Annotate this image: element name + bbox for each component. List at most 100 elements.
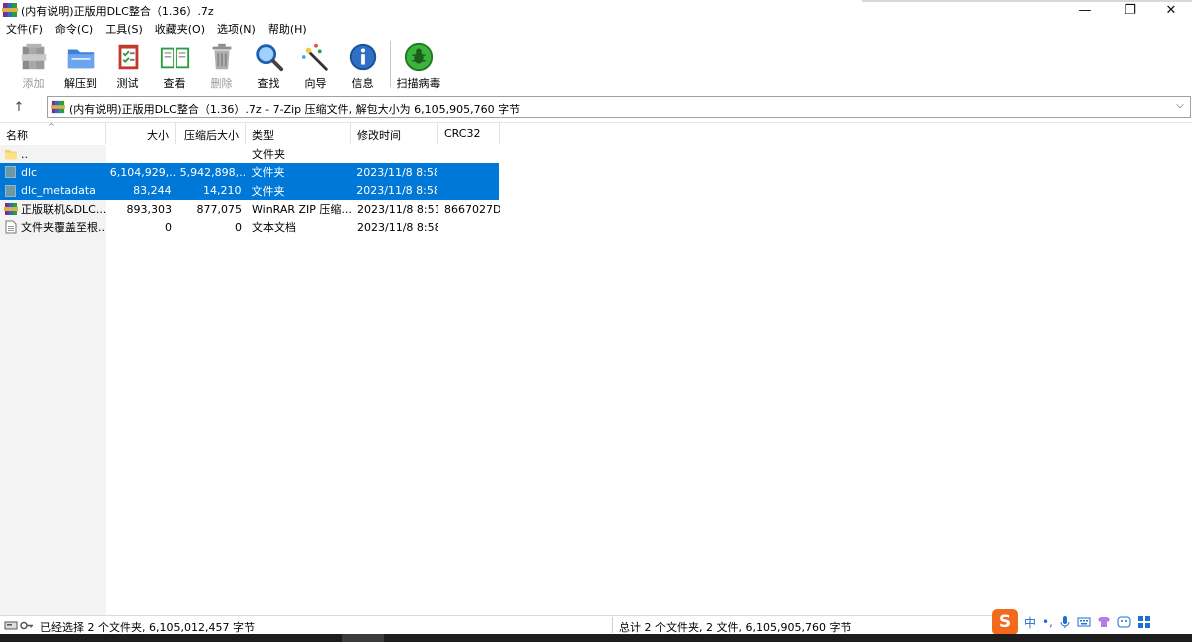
extract-to-label: 解压到 bbox=[64, 77, 97, 90]
file-packed-size: 0 bbox=[235, 220, 242, 234]
table-row[interactable]: 文件夹覆盖至根... 0 0 文本文档 2023/11/8 8:58 bbox=[0, 218, 500, 236]
text-document-icon bbox=[5, 220, 17, 234]
magnifier-icon bbox=[255, 44, 283, 72]
winrar-window: (内有说明)正版用DLC整合（1.36）.7z — ❐ ✕ 文件(F) 命令(C… bbox=[0, 0, 1192, 642]
column-modified[interactable]: 修改时间 bbox=[351, 123, 438, 144]
up-one-level-button[interactable]: ↑ bbox=[8, 97, 30, 117]
file-name-cell: 正版联机&DLC... bbox=[0, 201, 106, 217]
find-button[interactable]: 查找 bbox=[245, 37, 292, 91]
file-modified: 2023/11/8 8:58 bbox=[357, 220, 438, 234]
file-type: 文本文档 bbox=[252, 221, 296, 235]
taskbar bbox=[0, 634, 1192, 642]
delete-button[interactable]: 删除 bbox=[198, 37, 245, 91]
file-list[interactable]: 名称 ^ 大小 压缩后大小 类型 修改时间 CRC32 .. 文件夹 dlc 6… bbox=[0, 122, 1192, 615]
taskbar-active-item[interactable] bbox=[342, 634, 384, 642]
file-type: 文件夹 bbox=[251, 184, 285, 198]
status-divider bbox=[612, 617, 613, 633]
menu-tools[interactable]: 工具(S) bbox=[105, 21, 143, 37]
file-type: 文件夹 bbox=[251, 166, 285, 180]
menu-help[interactable]: 帮助(H) bbox=[268, 21, 307, 37]
find-label: 查找 bbox=[257, 77, 280, 90]
drive-icon[interactable] bbox=[4, 619, 18, 632]
extract-to-button[interactable]: 解压到 bbox=[57, 37, 104, 91]
menu-commands[interactable]: 命令(C) bbox=[55, 21, 93, 37]
file-modified: 2023/11/8 8:58 bbox=[356, 165, 438, 179]
ime-mode-toggle[interactable]: 中 bbox=[1024, 614, 1036, 631]
winrar-archive-icon bbox=[51, 100, 65, 114]
file-type: WinRAR ZIP 压缩... bbox=[252, 203, 351, 217]
column-name-label: 名称 bbox=[6, 129, 28, 142]
folder-up-icon bbox=[5, 150, 17, 160]
file-size: 893,303 bbox=[126, 202, 173, 216]
file-modified: 2023/11/8 8:58 bbox=[356, 184, 438, 198]
file-packed-size: 14,210 bbox=[203, 184, 242, 198]
sort-ascending-icon: ^ bbox=[48, 122, 55, 131]
view-button[interactable]: 查看 bbox=[151, 37, 198, 91]
punctuation-icon[interactable]: •, bbox=[1042, 615, 1053, 629]
table-row[interactable]: 正版联机&DLC... 893,303 877,075 WinRAR ZIP 压… bbox=[0, 200, 500, 218]
folder-icon bbox=[5, 184, 16, 197]
test-checklist-icon bbox=[118, 44, 138, 70]
file-name: dlc bbox=[21, 165, 38, 179]
address-bar: ↑ (内有说明)正版用DLC整合（1.36）.7z - 7-Zip 压缩文件, … bbox=[0, 95, 1192, 119]
file-size: 83,244 bbox=[133, 184, 172, 198]
close-button[interactable]: ✕ bbox=[1152, 0, 1190, 20]
table-row[interactable]: dlc_metadata 83,244 14,210 文件夹 2023/11/8… bbox=[0, 181, 499, 200]
file-size: 0 bbox=[165, 220, 172, 234]
folder-icon bbox=[5, 166, 16, 179]
info-button[interactable]: 信息 bbox=[339, 37, 386, 91]
file-name: .. bbox=[21, 147, 28, 161]
trash-icon bbox=[212, 43, 231, 70]
file-rows: .. 文件夹 dlc 6,104,929,... 5,942,898,... 文… bbox=[0, 145, 500, 236]
maximize-button[interactable]: ❐ bbox=[1111, 0, 1149, 20]
column-type[interactable]: 类型 bbox=[246, 123, 351, 144]
table-row[interactable]: dlc 6,104,929,... 5,942,898,... 文件夹 2023… bbox=[0, 163, 499, 182]
column-size[interactable]: 大小 bbox=[106, 123, 176, 144]
title-bar: (内有说明)正版用DLC整合（1.36）.7z — ❐ ✕ bbox=[0, 0, 1192, 20]
microphone-icon[interactable] bbox=[1059, 615, 1071, 629]
skin-shirt-icon[interactable] bbox=[1097, 616, 1111, 628]
file-crc: 8667027D bbox=[444, 202, 500, 216]
virus-scan-button[interactable]: 扫描病毒 bbox=[395, 37, 442, 91]
file-name-cell: dlc_metadata bbox=[0, 184, 106, 198]
info-icon bbox=[349, 43, 376, 71]
minimize-button[interactable]: — bbox=[1066, 0, 1104, 20]
delete-label: 删除 bbox=[210, 77, 233, 90]
file-name: 正版联机&DLC... bbox=[21, 203, 106, 217]
path-text: (内有说明)正版用DLC整合（1.36）.7z - 7-Zip 压缩文件, 解包… bbox=[69, 103, 521, 116]
emoji-icon[interactable] bbox=[1117, 616, 1131, 628]
menu-options[interactable]: 选项(N) bbox=[217, 21, 256, 37]
extract-folder-icon bbox=[67, 49, 94, 69]
file-packed-size: 877,075 bbox=[196, 202, 243, 216]
list-header: 名称 ^ 大小 压缩后大小 类型 修改时间 CRC32 bbox=[0, 122, 1192, 144]
file-packed-size: 5,942,898,... bbox=[179, 165, 246, 179]
wizard-button[interactable]: 向导 bbox=[292, 37, 339, 91]
virus-scan-icon bbox=[404, 42, 433, 72]
winrar-app-icon[interactable] bbox=[2, 2, 18, 18]
table-row[interactable]: .. 文件夹 bbox=[0, 145, 500, 163]
toolbar: 添加 解压到 测试 查看 删除 查找 向导 信息 扫描病毒 bbox=[0, 37, 1192, 92]
key-icon[interactable] bbox=[20, 619, 34, 632]
window-title: (内有说明)正版用DLC整合（1.36）.7z bbox=[21, 5, 214, 18]
toolbar-separator bbox=[390, 41, 391, 87]
column-packed-size[interactable]: 压缩后大小 bbox=[176, 123, 246, 144]
menu-file[interactable]: 文件(F) bbox=[6, 21, 43, 37]
winrar-archive-icon bbox=[4, 203, 18, 216]
add-archive-icon bbox=[21, 43, 46, 70]
file-modified: 2023/11/8 8:51 bbox=[357, 202, 438, 216]
sogou-logo-icon[interactable]: S bbox=[992, 609, 1018, 635]
column-name[interactable]: 名称 ^ bbox=[0, 122, 106, 144]
file-type: 文件夹 bbox=[252, 148, 285, 162]
view-label: 查看 bbox=[163, 77, 186, 90]
menu-favorites[interactable]: 收藏夹(O) bbox=[155, 21, 205, 37]
column-crc32[interactable]: CRC32 bbox=[438, 123, 500, 144]
virus-scan-label: 扫描病毒 bbox=[396, 77, 441, 90]
keyboard-icon[interactable] bbox=[1077, 616, 1091, 628]
file-size: 6,104,929,... bbox=[109, 165, 176, 179]
path-combobox[interactable]: (内有说明)正版用DLC整合（1.36）.7z - 7-Zip 压缩文件, 解包… bbox=[47, 96, 1191, 118]
chevron-down-icon[interactable]: ⌵ bbox=[1173, 100, 1187, 114]
add-button[interactable]: 添加 bbox=[10, 37, 57, 91]
test-button[interactable]: 测试 bbox=[104, 37, 151, 91]
toolbox-grid-icon[interactable] bbox=[1137, 615, 1151, 629]
file-name-cell: dlc bbox=[0, 165, 106, 179]
